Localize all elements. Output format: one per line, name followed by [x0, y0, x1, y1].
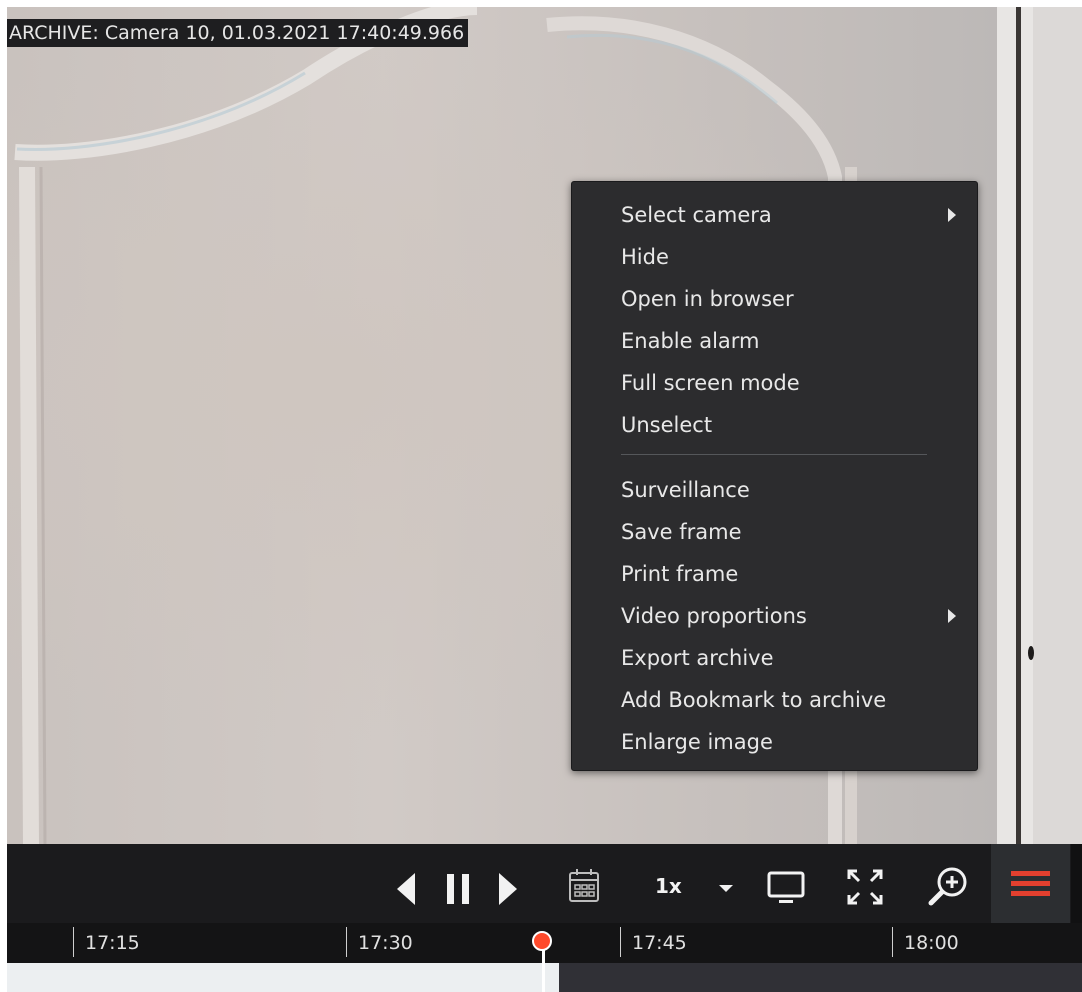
monitor-icon[interactable] — [765, 868, 809, 906]
menu-item-hide[interactable]: Hide — [621, 237, 951, 277]
menu-item-enable-alarm[interactable]: Enable alarm — [621, 321, 951, 361]
menu-item-add-bookmark[interactable]: Add Bookmark to archive — [621, 680, 951, 720]
chevron-down-icon[interactable] — [717, 880, 735, 892]
menu-item-open-in-browser[interactable]: Open in browser — [621, 279, 951, 319]
playback-toolbar: 1x — [7, 844, 1082, 923]
playback-speed[interactable]: 1x — [655, 875, 682, 897]
menu-item-full-screen-mode[interactable]: Full screen mode — [621, 363, 951, 403]
fullscreen-icon[interactable] — [845, 867, 885, 907]
menu-separator — [621, 454, 927, 455]
timeline-tick-label: 17:30 — [358, 932, 413, 954]
menu-item-print-frame[interactable]: Print frame — [621, 554, 951, 594]
timeline-cursor-handle[interactable] — [532, 931, 552, 951]
menu-item-video-proportions[interactable]: Video proportions — [621, 596, 951, 636]
menu-item-select-camera[interactable]: Select camera — [621, 195, 951, 235]
camera-window: ARCHIVE: Camera 10, 01.03.2021 17:40:49.… — [7, 7, 1082, 992]
toolbar-edge — [1071, 844, 1082, 923]
menu-item-save-frame[interactable]: Save frame — [621, 512, 951, 552]
timeline-tick-label: 17:15 — [85, 932, 140, 954]
context-menu: Select camera Hide Open in browser Enabl… — [571, 181, 978, 771]
archive-recorded-segment — [7, 963, 559, 992]
hamburger-menu-icon[interactable] — [991, 844, 1070, 923]
timeline-tick-label: 18:00 — [904, 932, 959, 954]
timeline-tick — [73, 927, 74, 957]
timeline-tick — [346, 927, 347, 957]
submenu-arrow-icon — [948, 609, 956, 623]
step-back-icon[interactable] — [393, 870, 419, 908]
menu-item-export-archive[interactable]: Export archive — [621, 638, 951, 678]
step-forward-icon[interactable] — [495, 870, 521, 908]
menu-item-enlarge-image[interactable]: Enlarge image — [621, 722, 951, 762]
menu-item-unselect[interactable]: Unselect — [621, 405, 951, 445]
zoom-in-icon[interactable] — [925, 865, 971, 909]
menu-item-surveillance[interactable]: Surveillance — [621, 470, 951, 510]
pause-icon[interactable] — [443, 870, 473, 908]
timeline-tick-label: 17:45 — [632, 932, 687, 954]
timeline-tick — [620, 927, 621, 957]
camera-title-overlay: ARCHIVE: Camera 10, 01.03.2021 17:40:49.… — [7, 19, 469, 47]
calendar-icon[interactable] — [567, 866, 601, 906]
timeline-tick — [892, 927, 893, 957]
submenu-arrow-icon — [948, 208, 956, 222]
